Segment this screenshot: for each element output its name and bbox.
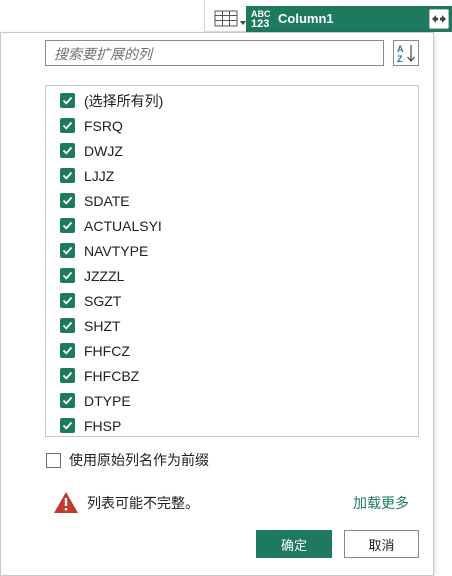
column-option[interactable]: LJJZ — [60, 163, 400, 188]
search-placeholder: 搜索要扩展的列 — [54, 46, 152, 62]
column-checkbox[interactable] — [60, 418, 75, 433]
column-option-label: FHFCBZ — [84, 367, 140, 384]
column-option[interactable]: SDATE — [60, 188, 400, 213]
column-option[interactable]: FHSP — [60, 413, 400, 436]
column-option[interactable]: FSRQ — [60, 113, 400, 138]
column-checkbox[interactable] — [60, 243, 75, 258]
column-option-label: ACTUALSYI — [84, 217, 162, 234]
column-option-label: NAVTYPE — [84, 242, 149, 259]
column-option-label: FSRQ — [84, 117, 123, 134]
column-option-label: DTYPE — [84, 392, 131, 409]
column-option[interactable]: (选择所有列) — [60, 88, 400, 113]
checkmark-icon — [62, 346, 73, 355]
column-option-label: JZZZL — [84, 267, 125, 284]
column-checkbox[interactable] — [60, 193, 75, 208]
table-menu-button[interactable] — [214, 10, 248, 28]
use-original-prefix-option[interactable]: 使用原始列名作为前缀 — [46, 450, 209, 470]
prefix-label: 使用原始列名作为前缀 — [69, 452, 209, 468]
type-badge-text-bottom: 123 — [251, 18, 270, 30]
incomplete-list-warning: 列表可能不完整。 — [53, 491, 199, 514]
expand-column-button[interactable] — [429, 9, 449, 29]
svg-text:Z: Z — [397, 54, 403, 64]
checkmark-icon — [62, 146, 73, 155]
column-checkbox[interactable] — [60, 268, 75, 283]
checkmark-icon — [62, 96, 73, 105]
column-checkbox[interactable] — [60, 368, 75, 383]
column-option[interactable]: DTYPE — [60, 388, 400, 413]
column-option-label: SGZT — [84, 292, 122, 309]
column-option[interactable]: ACTUALSYI — [60, 213, 400, 238]
load-more-link[interactable]: 加载更多 — [353, 493, 409, 513]
column-option[interactable]: NAVTYPE — [60, 238, 400, 263]
column-checkbox[interactable] — [60, 218, 75, 233]
column-option-label: DWJZ — [84, 142, 123, 159]
sort-az-button[interactable]: A Z — [393, 40, 419, 66]
column-option[interactable]: DWJZ — [60, 138, 400, 163]
checkmark-icon — [62, 221, 73, 230]
column-checkbox[interactable] — [60, 93, 75, 108]
checkmark-icon — [62, 421, 73, 430]
checkmark-icon — [62, 246, 73, 255]
column-option[interactable]: SGZT — [60, 288, 400, 313]
table-icon — [214, 10, 246, 27]
type-badge-any[interactable]: ABC 123 — [251, 10, 273, 30]
column-checkbox[interactable] — [60, 168, 75, 183]
svg-text:A: A — [397, 44, 404, 54]
checkmark-icon — [62, 296, 73, 305]
checkmark-icon — [62, 271, 73, 280]
column-option-label: LJJZ — [84, 167, 115, 184]
column-checkbox[interactable] — [60, 343, 75, 358]
cancel-button[interactable]: 取消 — [344, 530, 419, 558]
column-option-label: (选择所有列) — [84, 92, 164, 109]
column-checkbox[interactable] — [60, 393, 75, 408]
column-option[interactable]: FHFCBZ — [60, 363, 400, 388]
column-checklist[interactable]: (选择所有列) FSRQ DWJZ LJJZ SDATE ACTUALSYI NAVTYPE… — [45, 85, 419, 437]
column-checkbox[interactable] — [60, 118, 75, 133]
checkmark-icon — [62, 196, 73, 205]
prefix-checkbox[interactable] — [46, 452, 61, 468]
column-option-label: SDATE — [84, 192, 130, 209]
checkmark-icon — [62, 121, 73, 130]
column-option-label: FHSP — [84, 417, 122, 434]
expand-arrows-icon — [432, 15, 446, 23]
column-checkbox[interactable] — [60, 143, 75, 158]
column-header-selected[interactable]: ABC 123 Column1 — [246, 6, 452, 32]
column-checkbox[interactable] — [60, 318, 75, 333]
search-columns-input[interactable]: 搜索要扩展的列 — [45, 40, 384, 66]
column-option[interactable]: JZZZL — [60, 263, 400, 288]
column-checkbox[interactable] — [60, 293, 75, 308]
column-option[interactable]: FHFCZ — [60, 338, 400, 363]
checkmark-icon — [62, 171, 73, 180]
column-title: Column1 — [278, 11, 334, 26]
column-option-label: FHFCZ — [84, 342, 130, 359]
warning-icon — [54, 492, 78, 513]
expand-columns-popup: 搜索要扩展的列 A Z (选择所有列) FSRQ DWJZ LJJZ SDATE ACTU… — [0, 32, 434, 576]
checkmark-icon — [62, 396, 73, 405]
sort-az-icon: A Z — [397, 44, 415, 64]
column-option-label: SHZT — [84, 317, 121, 334]
column-header: ABC 123 Column1 — [208, 2, 452, 32]
checkmark-icon — [62, 371, 73, 380]
column-option[interactable]: SHZT — [60, 313, 400, 338]
checkmark-icon — [62, 321, 73, 330]
warning-text: 列表可能不完整。 — [87, 494, 199, 511]
ok-button[interactable]: 确定 — [256, 530, 332, 558]
